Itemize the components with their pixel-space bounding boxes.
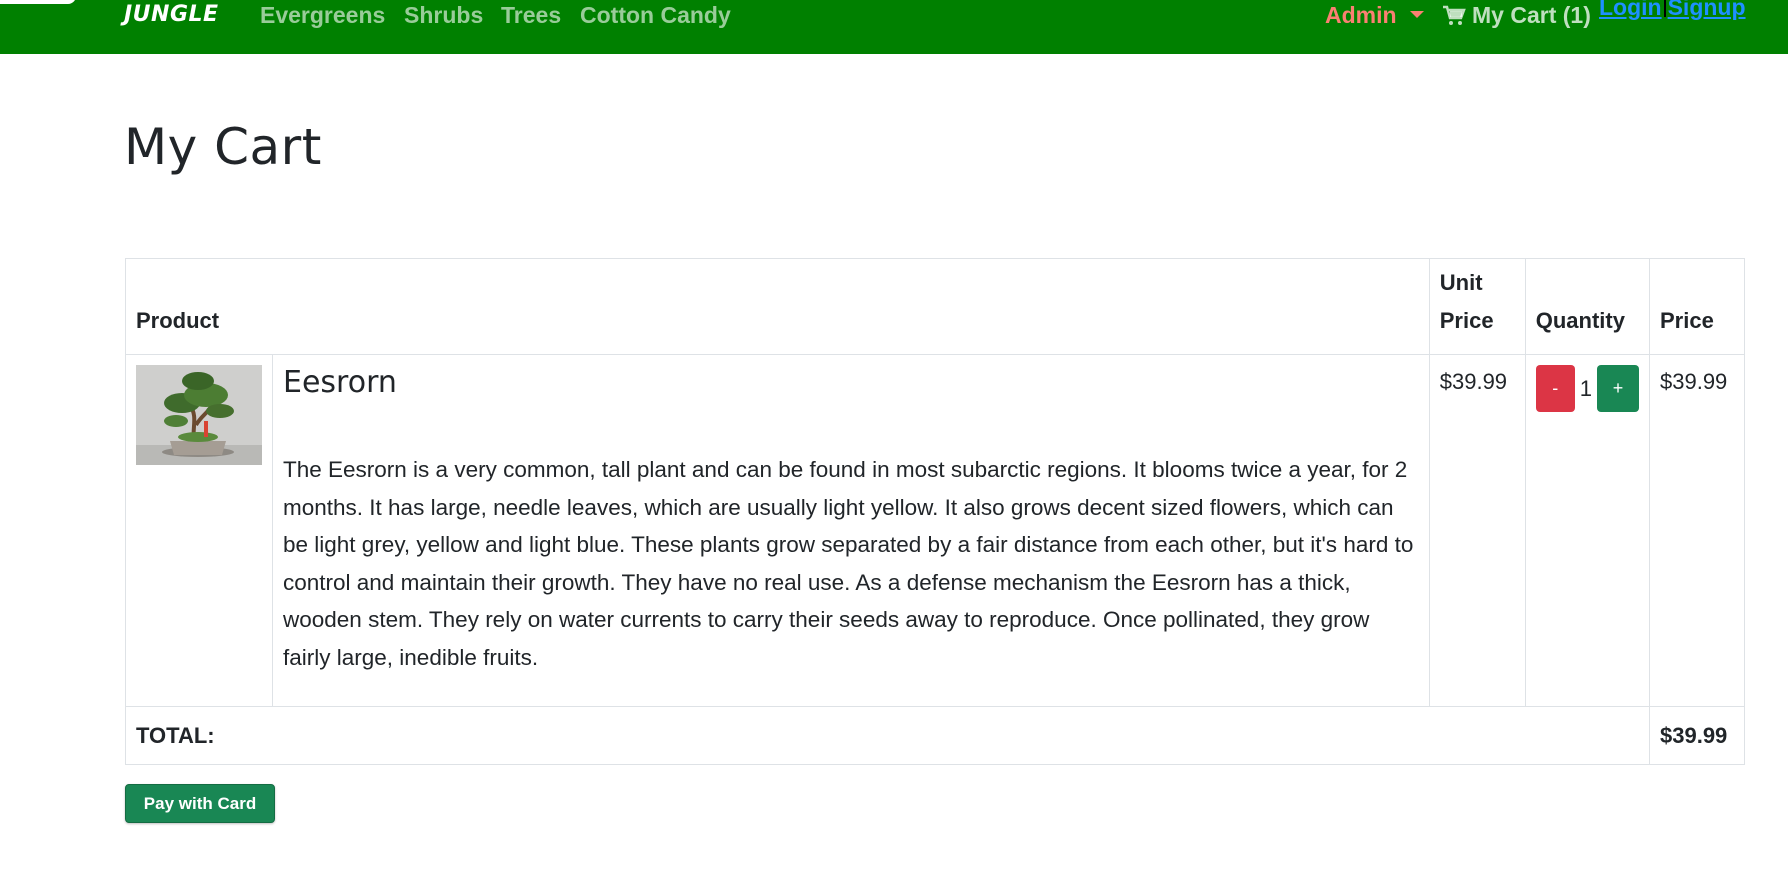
decrement-quantity-button[interactable]: - (1535, 365, 1575, 412)
brand-logo[interactable]: JUNGLE (124, 2, 219, 27)
navbar-corner-decoration (0, 0, 76, 4)
product-image (136, 365, 262, 465)
nav-link-trees[interactable]: Trees (501, 2, 561, 29)
signup-link[interactable]: Signup (1668, 0, 1746, 20)
nav-link-cotton-candy[interactable]: Cotton Candy (580, 2, 731, 29)
table-row: Eesrorn The Eesrorn is a very common, ta… (125, 354, 1745, 707)
unit-price-cell: $39.99 (1428, 354, 1526, 707)
line-price-cell: $39.99 (1649, 354, 1745, 707)
header-unit-price: Unit Price (1428, 258, 1526, 355)
increment-quantity-button[interactable]: + (1597, 365, 1639, 412)
caret-down-icon[interactable] (1410, 11, 1424, 18)
top-navbar: JUNGLE Evergreens Shrubs Trees Cotton Ca… (0, 0, 1788, 54)
table-header-row: Product Unit Price Quantity Price (125, 258, 1745, 355)
header-price: Price (1649, 258, 1745, 355)
nav-link-shrubs[interactable]: Shrubs (404, 2, 483, 29)
total-value: $39.99 (1649, 706, 1745, 765)
quantity-cell: -1 + (1524, 354, 1651, 707)
admin-dropdown[interactable]: Admin (1325, 2, 1397, 29)
my-cart-link[interactable]: My Cart (1) (1442, 2, 1591, 29)
quantity-value: 1 (1579, 375, 1592, 401)
pay-with-card-button[interactable]: Pay with Card (125, 784, 275, 823)
header-product: Product (125, 258, 1430, 355)
nav-link-evergreens[interactable]: Evergreens (260, 2, 385, 29)
auth-separator (1663, 0, 1666, 17)
product-details-cell: Eesrorn The Eesrorn is a very common, ta… (272, 354, 1430, 707)
cart-table: Product Unit Price Quantity Price Eesror… (125, 258, 1745, 765)
total-label: TOTAL: (125, 706, 1650, 765)
my-cart-label: My Cart (1) (1472, 2, 1591, 28)
shopping-cart-icon (1443, 5, 1466, 25)
page-title: My Cart (124, 118, 322, 176)
header-quantity: Quantity (1524, 258, 1651, 355)
product-description: The Eesrorn is a very common, tall plant… (283, 457, 1414, 670)
product-name[interactable]: Eesrorn (283, 365, 1419, 401)
auth-links: Login Signup (1599, 0, 1746, 21)
login-link[interactable]: Login (1599, 0, 1662, 20)
product-image-cell (125, 354, 273, 707)
total-row: TOTAL: $39.99 (125, 706, 1745, 765)
